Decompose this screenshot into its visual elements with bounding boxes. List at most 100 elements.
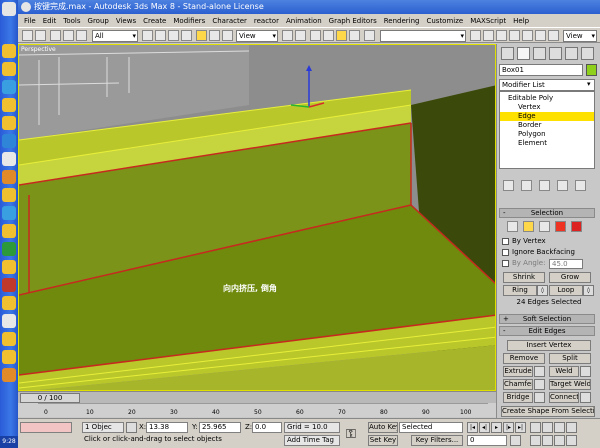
select-rotate-icon[interactable] [209,30,220,41]
remove-button[interactable]: Remove [503,353,545,364]
select-move-icon[interactable] [196,30,207,41]
ring-spinner[interactable]: ◊ [537,285,548,296]
folder-icon[interactable] [2,62,16,76]
vertex-mode-icon[interactable] [507,221,518,232]
menu-help[interactable]: Help [513,17,529,25]
by-angle-spinner[interactable]: 45.0 [549,259,583,269]
mirror-icon[interactable] [470,30,481,41]
pan-icon[interactable] [542,435,553,446]
menu-maxscript[interactable]: MAXScript [470,17,506,25]
named-selection-icon[interactable] [364,30,375,41]
previous-frame-icon[interactable]: ◂| [479,422,490,433]
menu-edit[interactable]: Edit [43,17,57,25]
menu-views[interactable]: Views [116,17,136,25]
by-angle-checkbox[interactable] [502,260,509,267]
redo-icon[interactable] [35,30,46,41]
object-name-field[interactable]: Box01 [499,64,583,76]
app-icon[interactable] [2,152,16,166]
add-time-tag[interactable]: Add Time Tag [284,435,340,446]
window-crossing-icon[interactable] [181,30,192,41]
insert-vertex-button[interactable]: Insert Vertex [507,340,591,351]
stack-item-edge[interactable]: Edge [500,112,594,121]
perspective-viewport[interactable]: Perspective 向内挤压, 倒角 [18,44,496,391]
menu-reactor[interactable]: reactor [254,17,279,25]
material-editor-icon[interactable] [535,30,546,41]
chamfer-button[interactable]: Chamfer [503,379,533,390]
by-vertex-checkbox[interactable] [502,238,509,245]
undo-icon[interactable] [22,30,33,41]
shrink-button[interactable]: Shrink [503,272,545,283]
folder-icon[interactable] [2,224,16,238]
z-coordinate-field[interactable]: 0.0 [252,422,282,433]
menu-create[interactable]: Create [143,17,166,25]
viewport-label[interactable]: Perspective [21,46,56,53]
polygon-mode-icon[interactable] [555,221,566,232]
modify-tab-icon[interactable] [517,47,530,60]
folder-icon[interactable] [2,116,16,130]
stack-item-editable-poly[interactable]: Editable Poly [500,94,594,103]
motion-tab-icon[interactable] [549,47,562,60]
browser-icon[interactable] [2,134,16,148]
zoom-all-icon[interactable] [542,422,553,433]
menu-rendering[interactable]: Rendering [384,17,420,25]
folder-icon[interactable] [2,332,16,346]
split-button[interactable]: Split [549,353,591,364]
track-bar[interactable]: 0 10 20 30 40 50 60 70 80 90 100 [18,403,496,417]
angle-snap-icon[interactable] [323,30,334,41]
pin-stack-icon[interactable] [503,180,514,191]
go-to-end-icon[interactable]: ▸| [515,422,526,433]
key-icon[interactable]: ⚿ [346,427,356,442]
app-icon[interactable] [2,368,16,382]
named-selection-dropdown[interactable] [380,30,466,42]
render-setup-icon[interactable] [548,30,559,41]
app-icon[interactable] [2,80,16,94]
soft-selection-rollout-header[interactable]: + Soft Selection [499,314,595,324]
folder-icon[interactable] [2,296,16,310]
menu-tools[interactable]: Tools [63,17,80,25]
app-icon[interactable] [2,242,16,256]
folder-icon[interactable] [2,260,16,274]
link-icon[interactable] [50,30,61,41]
manipulate-icon[interactable] [295,30,306,41]
menu-modifiers[interactable]: Modifiers [173,17,205,25]
show-end-result-icon[interactable] [521,180,532,191]
app-icon[interactable] [2,278,16,292]
render-type-dropdown[interactable]: View [563,30,597,42]
align-icon[interactable] [483,30,494,41]
select-by-name-icon[interactable] [155,30,166,41]
maximize-viewport-icon[interactable] [566,435,577,446]
extrude-settings-icon[interactable] [534,366,545,377]
edge-mode-icon[interactable] [523,221,534,232]
zoom-icon[interactable] [530,422,541,433]
maxscript-listener[interactable] [20,422,72,433]
menu-customize[interactable]: Customize [426,17,463,25]
start-icon[interactable] [2,2,16,16]
border-mode-icon[interactable] [539,221,550,232]
loop-button[interactable]: Loop [549,285,583,296]
element-mode-icon[interactable] [571,221,582,232]
configure-sets-icon[interactable] [575,180,586,191]
selection-rollout-header[interactable]: - Selection [499,208,595,218]
stack-item-vertex[interactable]: Vertex [500,103,594,112]
bridge-settings-icon[interactable] [534,392,545,403]
folder-icon[interactable] [2,188,16,202]
select-object-icon[interactable] [142,30,153,41]
extrude-button[interactable]: Extrude [503,366,533,377]
connect-settings-icon[interactable] [580,392,591,403]
schematic-icon[interactable] [522,30,533,41]
remove-modifier-icon[interactable] [557,180,568,191]
pivot-icon[interactable] [282,30,293,41]
loop-spinner[interactable]: ◊ [583,285,594,296]
play-icon[interactable]: ▸ [491,422,502,433]
curve-editor-icon[interactable] [509,30,520,41]
chamfer-settings-icon[interactable] [534,379,545,390]
ignore-backfacing-checkbox[interactable] [502,249,509,256]
menu-graph-editors[interactable]: Graph Editors [329,17,377,25]
key-filters-button[interactable]: Key Filters... [411,435,463,446]
ref-coord-dropdown[interactable]: View [236,30,278,42]
y-coordinate-field[interactable]: 25.965 [199,422,241,433]
field-of-view-icon[interactable] [530,435,541,446]
spinner-snap-icon[interactable] [349,30,360,41]
next-frame-icon[interactable]: |▸ [503,422,514,433]
set-key-button[interactable]: Set Key [368,435,398,446]
